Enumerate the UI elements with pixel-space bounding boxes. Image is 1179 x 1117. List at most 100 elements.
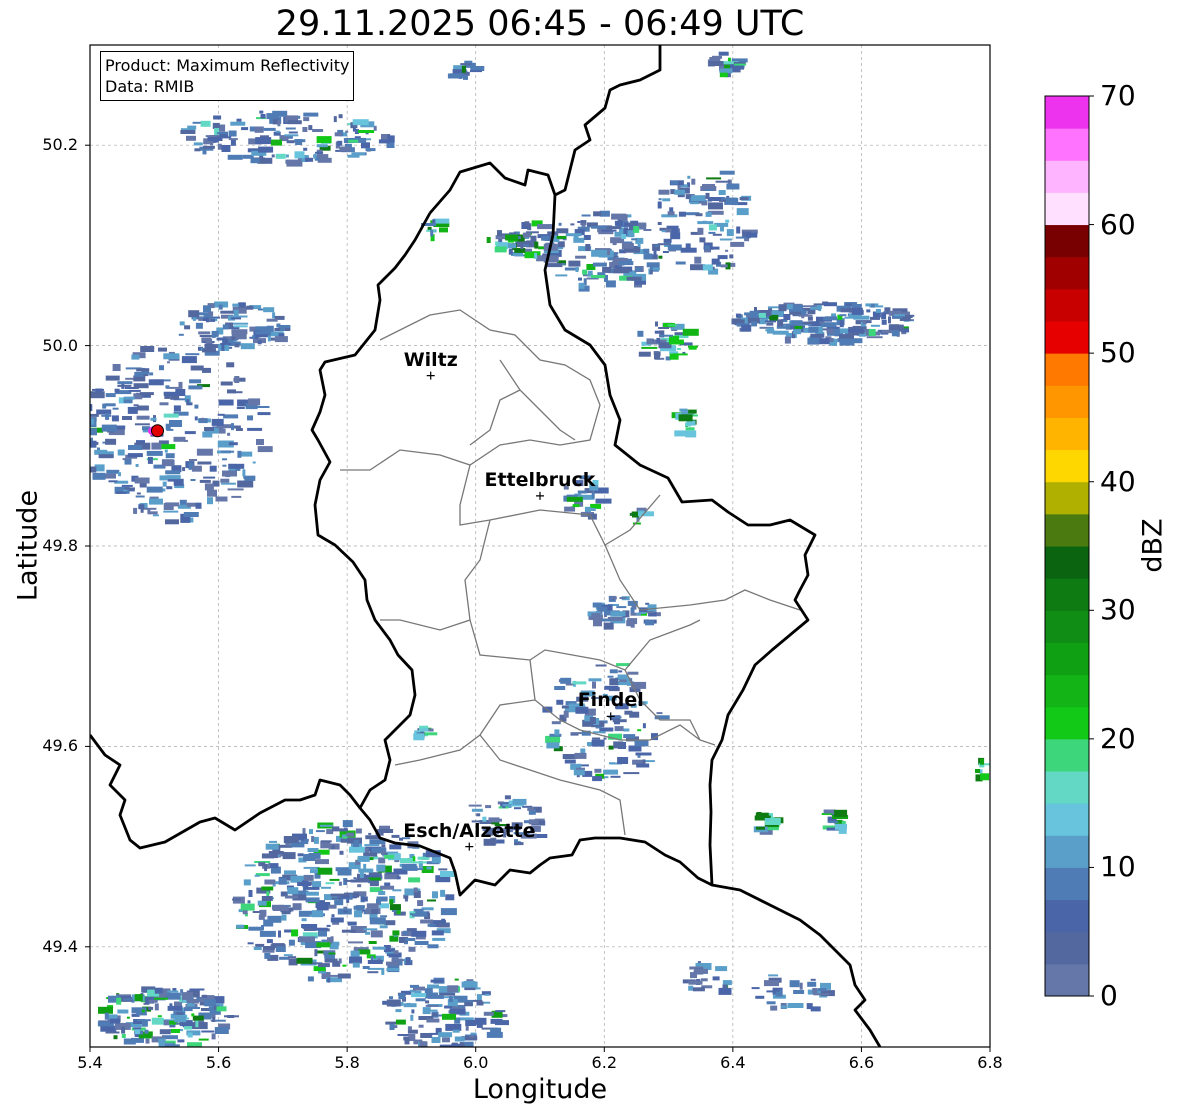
echo-cell — [92, 388, 104, 391]
echo-cell — [222, 339, 229, 344]
echo-cell — [564, 759, 576, 764]
echo-cell — [136, 368, 150, 372]
echo-cell — [373, 856, 379, 860]
echo-cell — [234, 376, 240, 383]
echo-cell — [646, 262, 660, 268]
echo-cell — [271, 154, 275, 158]
echo-cell — [652, 267, 660, 271]
echo-cell — [106, 469, 120, 474]
echo-cell — [105, 438, 117, 445]
echo-cell — [191, 465, 202, 472]
echo-cell — [611, 261, 618, 264]
echo-cell — [702, 184, 715, 186]
echo-cell — [222, 464, 227, 467]
echo-cell — [667, 324, 677, 327]
x-tick-label: 6.0 — [462, 1053, 489, 1072]
echo-cell — [283, 836, 299, 843]
echo-cell — [574, 752, 587, 759]
echo-cell — [261, 896, 273, 901]
echo-cell — [601, 618, 611, 622]
echo-cell — [726, 229, 734, 237]
echo-cell — [722, 980, 732, 986]
echo-cell — [230, 139, 236, 146]
echo-cell — [404, 895, 408, 902]
echo-cell — [391, 959, 406, 962]
colorbar — [1045, 95, 1094, 997]
echo-cell — [461, 65, 466, 73]
echo-cell — [662, 251, 669, 253]
echo-cell — [281, 914, 287, 921]
echo-cell — [504, 795, 511, 800]
echo-cell — [370, 930, 383, 938]
echo-cell — [152, 514, 159, 517]
echo-cell — [839, 320, 844, 328]
echo-cell — [768, 974, 779, 977]
echo-cell — [594, 768, 602, 773]
echo-cell — [363, 928, 378, 931]
echo-cell — [790, 320, 803, 326]
echo-cell — [161, 459, 174, 467]
echo-cell — [332, 828, 348, 832]
echo-cell — [163, 413, 179, 418]
echo-cell — [90, 391, 105, 399]
city-label: Ettelbruck — [484, 468, 596, 491]
echo-cell — [189, 379, 202, 384]
echo-cell — [589, 717, 596, 724]
echo-cell — [222, 324, 229, 330]
echo-cell — [505, 234, 519, 241]
colorbar-segment — [1045, 353, 1089, 386]
radar-map — [85, 44, 1094, 1052]
echo-cell — [595, 498, 612, 504]
echo-cell — [633, 225, 640, 233]
echo-cell — [578, 277, 582, 281]
echo-cell — [227, 154, 243, 160]
echo-cell — [178, 333, 184, 336]
echo-cell — [328, 952, 336, 955]
echo-cell — [659, 334, 673, 337]
echo-cell — [190, 479, 196, 481]
echo-cell — [578, 282, 585, 289]
echo-cell — [272, 884, 276, 887]
echo-cell — [658, 255, 663, 259]
echo-cell — [349, 893, 353, 900]
echo-cell — [288, 958, 298, 966]
echo-cell — [593, 211, 602, 217]
echo-cell — [241, 127, 249, 131]
echo-cell — [266, 325, 274, 332]
echo-cell — [376, 864, 386, 872]
echo-cell — [834, 809, 848, 817]
colorbar-segment — [1045, 706, 1089, 740]
echo-cell — [303, 147, 308, 151]
echo-cell — [794, 325, 803, 329]
echo-cell — [697, 221, 714, 225]
echo-cell — [793, 329, 802, 335]
echo-cell — [315, 859, 329, 865]
echo-cell — [626, 276, 642, 281]
echo-cell — [227, 488, 244, 491]
echo-cell — [862, 321, 866, 325]
echo-cell — [253, 947, 262, 950]
echo-cell — [339, 850, 344, 855]
echo-cell — [291, 929, 299, 937]
echo-cell — [135, 464, 139, 467]
x-tick-label: 6.8 — [977, 1053, 1003, 1072]
echo-cell — [634, 740, 649, 747]
echo-cell — [90, 466, 97, 473]
echo-cell — [690, 972, 697, 979]
echo-cell — [135, 1012, 147, 1016]
echo-cell — [157, 1015, 162, 1018]
echo-cell — [980, 758, 984, 765]
echo-cell — [215, 496, 228, 502]
echo-cell — [409, 911, 416, 914]
echo-cell — [163, 391, 179, 396]
echo-cell — [674, 189, 686, 195]
echo-cell — [174, 1015, 187, 1023]
echo-cell — [413, 733, 425, 741]
echo-cell — [148, 999, 158, 1003]
echo-cell — [408, 946, 416, 952]
colorbar-segment — [1045, 288, 1089, 322]
echo-cell — [601, 229, 617, 232]
echo-cell — [114, 388, 120, 393]
echo-cell — [365, 148, 376, 152]
echo-cell — [216, 1006, 227, 1012]
